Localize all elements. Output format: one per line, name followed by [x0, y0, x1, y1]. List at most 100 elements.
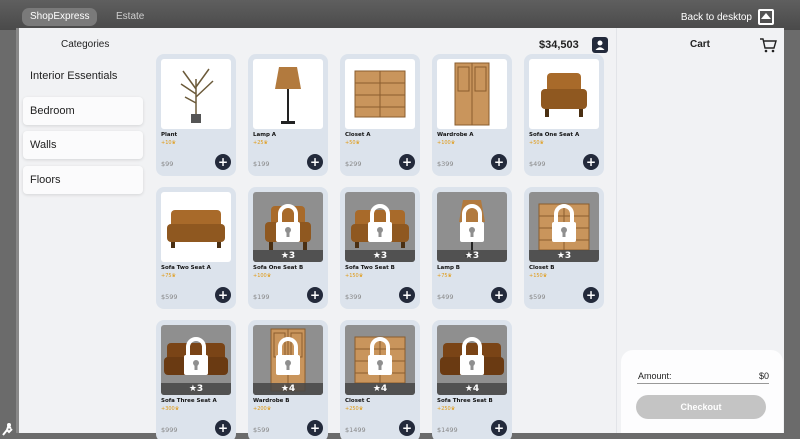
add-to-cart-button[interactable]: +	[215, 287, 231, 303]
add-to-cart-button[interactable]: +	[307, 420, 323, 436]
add-to-cart-button[interactable]: +	[583, 287, 599, 303]
amount-value: $0	[758, 371, 769, 381]
loveseat-icon	[161, 210, 231, 262]
product-xp: +75♛	[161, 273, 177, 279]
product-price: $999	[161, 426, 178, 434]
add-to-cart-button[interactable]: +	[491, 420, 507, 436]
product-price: $299	[345, 160, 362, 168]
product-price: $199	[253, 160, 270, 168]
add-to-cart-button[interactable]: +	[399, 287, 415, 303]
product-xp: +75♛	[437, 273, 453, 279]
required-stars: ★3	[161, 383, 231, 395]
product-price: $599	[161, 293, 178, 301]
product-price: $1499	[345, 426, 366, 434]
product-card[interactable]: ★4 Closet C +250♛ $1499 +	[340, 320, 420, 439]
plant-icon	[161, 68, 231, 129]
required-stars: ★4	[345, 383, 415, 395]
dresser-icon	[345, 70, 415, 129]
product-xp: +50♛	[529, 140, 545, 146]
required-stars: ★3	[529, 250, 599, 262]
product-price: $599	[529, 293, 546, 301]
profile-button[interactable]	[592, 37, 608, 53]
product-thumbnail: ★4	[345, 325, 415, 395]
product-name: Sofa Three Seat A	[161, 398, 217, 404]
product-xp: +250♛	[437, 406, 456, 412]
sidebar-item-walls[interactable]: Walls	[23, 131, 143, 159]
product-xp: +50♛	[345, 140, 361, 146]
add-to-cart-button[interactable]: +	[215, 420, 231, 436]
add-to-cart-button[interactable]: +	[491, 287, 507, 303]
product-xp: +100♛	[437, 140, 456, 146]
product-name: Sofa Two Seat A	[161, 265, 211, 271]
product-thumbnail: ★3	[345, 192, 415, 262]
product-card[interactable]: ★3 Sofa Three Seat A +300♛ $999 +	[156, 320, 236, 439]
add-to-cart-button[interactable]: +	[399, 154, 415, 170]
cart-icon[interactable]	[759, 36, 777, 54]
product-card[interactable]: Closet A +50♛ $299 +	[340, 54, 420, 176]
required-stars: ★4	[253, 383, 323, 395]
product-card[interactable]: Wardrobe A +100♛ $399 +	[432, 54, 512, 176]
product-price: $1499	[437, 426, 458, 434]
product-name: Sofa One Seat B	[253, 265, 304, 271]
balance-display: $34,503	[539, 39, 579, 51]
back-to-desktop-button[interactable]: Back to desktop	[681, 9, 774, 25]
add-to-cart-button[interactable]: +	[491, 154, 507, 170]
product-price: $599	[253, 426, 270, 434]
add-to-cart-button[interactable]: +	[583, 154, 599, 170]
tab-shopexpress[interactable]: ShopExpress	[22, 8, 98, 26]
product-card[interactable]: ★4 Sofa Three Seat B +250♛ $1499 +	[432, 320, 512, 439]
product-name: Sofa Two Seat B	[345, 265, 395, 271]
product-xp: +150♛	[529, 273, 548, 279]
category-sidebar: Categories Interior Essentials Bedroom W…	[23, 28, 147, 433]
product-price: $99	[161, 160, 174, 168]
product-name: Plant	[161, 132, 178, 138]
product-card[interactable]: Sofa One Seat A +50♛ $499 +	[524, 54, 604, 176]
product-card[interactable]: ★4 Wardrobe B +200♛ $599 +	[248, 320, 328, 439]
product-card[interactable]: Plant +10♛ $99 +	[156, 54, 236, 176]
product-thumbnail	[437, 59, 507, 129]
back-to-desktop-label: Back to desktop	[680, 11, 752, 23]
sidebar-item-floors[interactable]: Floors	[23, 166, 143, 194]
product-xp: +250♛	[345, 406, 364, 412]
required-stars: ★3	[253, 250, 323, 262]
product-name: Lamp B	[437, 265, 460, 271]
product-xp: +150♛	[345, 273, 364, 279]
product-name: Wardrobe B	[253, 398, 290, 404]
product-thumbnail	[161, 59, 231, 129]
product-xp: +200♛	[253, 406, 272, 412]
product-card[interactable]: Lamp A +25♛ $199 +	[248, 54, 328, 176]
product-name: Wardrobe A	[437, 132, 474, 138]
required-stars: ★3	[345, 250, 415, 262]
product-thumbnail: ★3	[529, 192, 599, 262]
categories-title: Categories	[61, 39, 110, 50]
add-to-cart-button[interactable]: +	[307, 287, 323, 303]
product-thumbnail: ★3	[161, 325, 231, 395]
product-thumbnail	[161, 192, 231, 262]
product-xp: +300♛	[161, 406, 180, 412]
product-card[interactable]: Sofa Two Seat A +75♛ $599 +	[156, 187, 236, 309]
divider	[637, 383, 769, 384]
product-xp: +10♛	[161, 140, 177, 146]
checkout-button[interactable]: Checkout	[636, 395, 766, 419]
sidebar-item-interior-essentials[interactable]: Interior Essentials	[23, 62, 143, 90]
add-to-cart-button[interactable]: +	[307, 154, 323, 170]
product-price: $399	[437, 160, 454, 168]
required-stars: ★4	[437, 383, 507, 395]
amount-label: Amount:	[638, 371, 672, 381]
product-card[interactable]: ★3 Lamp B +75♛ $499 +	[432, 187, 512, 309]
add-to-cart-button[interactable]: +	[215, 154, 231, 170]
tab-estate[interactable]: Estate	[108, 8, 152, 26]
product-name: Closet C	[345, 398, 371, 404]
product-thumbnail	[345, 59, 415, 129]
product-card[interactable]: ★3 Sofa Two Seat B +150♛ $399 +	[340, 187, 420, 309]
product-name: Lamp A	[253, 132, 277, 138]
product-card[interactable]: ★3 Sofa One Seat B +100♛ $199 +	[248, 187, 328, 309]
user-icon	[595, 40, 605, 50]
product-xp: +25♛	[253, 140, 269, 146]
product-card[interactable]: ★3 Closet B +150♛ $599 +	[524, 187, 604, 309]
add-to-cart-button[interactable]: +	[399, 420, 415, 436]
shop-window: Categories Interior Essentials Bedroom W…	[16, 28, 784, 439]
required-stars: ★3	[437, 250, 507, 262]
sidebar-item-bedroom[interactable]: Bedroom	[23, 97, 143, 125]
product-thumbnail	[529, 59, 599, 129]
